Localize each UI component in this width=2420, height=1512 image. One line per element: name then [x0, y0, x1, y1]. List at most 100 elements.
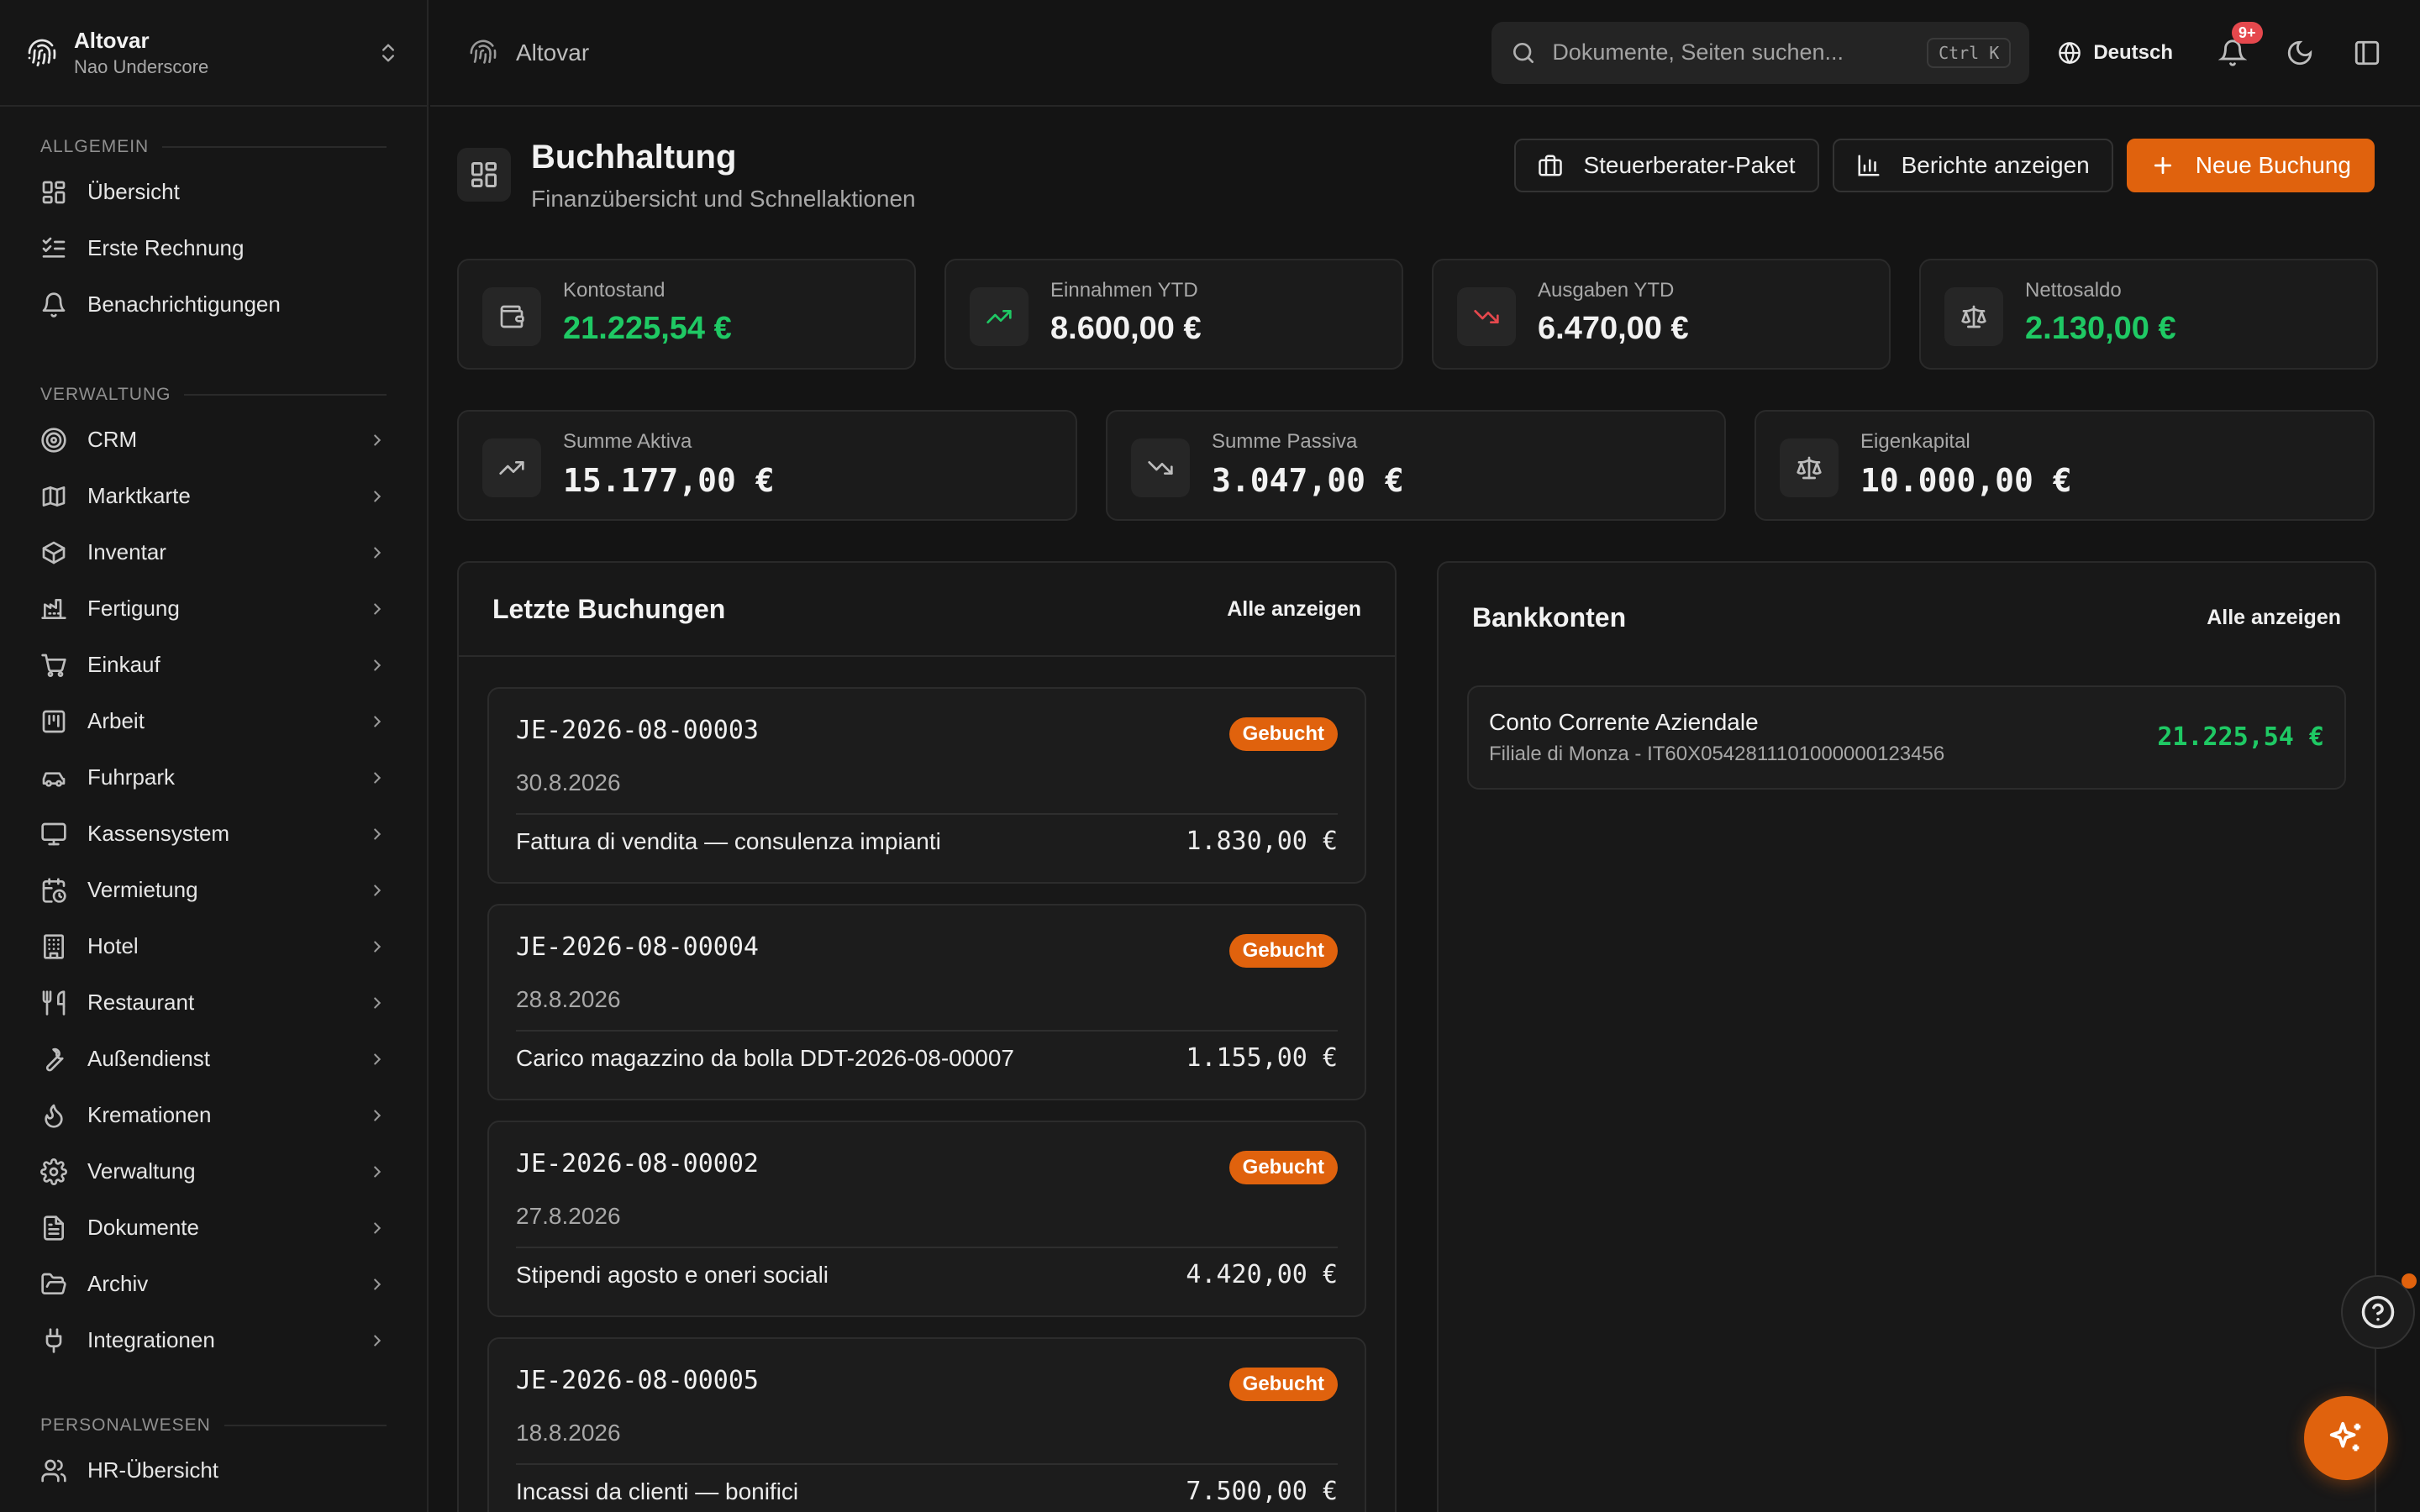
sidebar-item-label: Vermietung: [87, 877, 198, 902]
entry-description: Carico magazzino da bolla DDT-2026-08-00…: [516, 1045, 1015, 1071]
balance-icon-box: [1780, 438, 1839, 497]
entry-id: JE-2026-08-00005: [516, 1366, 759, 1395]
bank-accounts-title: Bankkonten: [1472, 601, 1627, 633]
utensils-icon: [42, 990, 66, 1016]
kpi-label: Ausgaben YTD: [1538, 279, 1675, 302]
sidebar-item-label: Fuhrpark: [87, 764, 176, 790]
status-badge: Gebucht: [1228, 717, 1338, 751]
sidebar-item-label: Archiv: [87, 1271, 149, 1296]
sidebar-item-restaurant[interactable]: Restaurant: [0, 974, 427, 1031]
sidebar-item-übersicht[interactable]: Übersicht: [0, 164, 427, 220]
sidebar-item-kremationen[interactable]: Kremationen: [0, 1087, 427, 1143]
entry-divider: [516, 1247, 1338, 1248]
journal-entry-card[interactable]: JE-2026-08-00002 Gebucht 27.8.2026 Stipendi…: [487, 1121, 1366, 1317]
sidebar-item-inventar[interactable]: Inventar: [0, 524, 427, 580]
sidebar-item-marktkarte[interactable]: Marktkarte: [0, 468, 427, 524]
sidebar-item-hr-übersicht[interactable]: HR-Übersicht: [0, 1442, 427, 1499]
search-placeholder: Dokumente, Seiten suchen...: [1552, 39, 1844, 65]
chevron-right-icon: [374, 1221, 381, 1234]
sidebar-item-einkauf[interactable]: Einkauf: [0, 637, 427, 693]
sidebar-item-außendienst[interactable]: Außendienst: [0, 1031, 427, 1087]
section-divider: [162, 146, 387, 148]
new-entry-button[interactable]: Neue Buchung: [2126, 139, 2375, 192]
balance-icon-box: [1131, 438, 1190, 497]
sidebar: Altovar Nao Underscore Allgemein Übersich…: [0, 0, 429, 1512]
sidebar-item-verwaltung[interactable]: Verwaltung: [0, 1143, 427, 1200]
sidebar-item-archiv[interactable]: Archiv: [0, 1256, 427, 1312]
sidebar-item-integrationen[interactable]: Integrationen: [0, 1312, 427, 1368]
journal-entry-card[interactable]: JE-2026-08-00004 Gebucht 28.8.2026 Carico m…: [487, 904, 1366, 1100]
reports-button[interactable]: Berichte anzeigen: [1832, 139, 2113, 192]
search-icon: [1513, 42, 1534, 63]
bank-account-row[interactable]: Conto Corrente Aziendale Filiale di Monz…: [1467, 685, 2346, 790]
bank-account-balance: 21.225,54 €: [2157, 722, 2324, 752]
chevron-right-icon: [374, 1165, 381, 1178]
sidebar-item-fuhrpark[interactable]: Fuhrpark: [0, 749, 427, 806]
search-input[interactable]: Dokumente, Seiten suchen... Ctrl K: [1491, 21, 2030, 84]
breadcrumb[interactable]: Altovar: [469, 39, 1491, 67]
sidebar-item-dokumente[interactable]: Dokumente: [0, 1200, 427, 1256]
scale-icon: [1797, 456, 1822, 480]
sidebar-item-benachrichtigungen[interactable]: Benachrichtigungen: [0, 276, 427, 333]
gear-icon: [40, 1158, 67, 1185]
language-switcher[interactable]: Deutsch: [2058, 41, 2173, 65]
help-indicator-dot: [2402, 1273, 2417, 1289]
tax-package-button[interactable]: Steuerberater-Paket: [1514, 139, 1819, 192]
chevron-right-icon: [374, 715, 381, 727]
sidebar-item-erste-rechnung[interactable]: Erste Rechnung: [0, 220, 427, 276]
sidebar-item-fertigung[interactable]: Fertigung: [0, 580, 427, 637]
sidebar-nav: Allgemein Übersicht Erste Rechnung Benachri…: [0, 130, 427, 1499]
sidebar-item-label: Dokumente: [87, 1215, 199, 1240]
panel-toggle-button[interactable]: [2353, 39, 2381, 67]
journal-entry-card[interactable]: JE-2026-08-00003 Gebucht 30.8.2026 Fattura …: [487, 687, 1366, 884]
sidebar-item-label: Kassensystem: [87, 821, 230, 846]
sidebar-item-label: Außendienst: [87, 1046, 210, 1071]
sidebar-item-arbeit[interactable]: Arbeit: [0, 693, 427, 749]
balance-card: Summe Aktiva 15.177,00 €: [457, 410, 1077, 521]
status-badge: Gebucht: [1228, 1151, 1338, 1184]
box-icon: [42, 541, 66, 564]
kpi-card: Nettosaldo 2.130,00 €: [1919, 259, 2378, 370]
kpi-value: 8.600,00 €: [1050, 311, 1202, 346]
sidebar-item-label: Inventar: [87, 539, 166, 564]
dashboard-icon: [471, 162, 497, 187]
bank-accounts-view-all[interactable]: Alle anzeigen: [2207, 606, 2341, 630]
balance-value: 3.047,00 €: [1212, 462, 1404, 499]
sidebar-item-hotel[interactable]: Hotel: [0, 918, 427, 974]
map-icon: [42, 486, 66, 507]
notifications-button[interactable]: 9+: [2218, 21, 2263, 67]
theme-toggle-button[interactable]: [2286, 39, 2314, 67]
wrench-icon: [45, 1047, 64, 1071]
workspace-switcher[interactable]: Altovar Nao Underscore: [0, 0, 427, 107]
help-button[interactable]: [2341, 1273, 2417, 1349]
kpi-card: Ausgaben YTD 6.470,00 €: [1432, 259, 1891, 370]
sidebar-panel-icon: [2354, 40, 2380, 65]
chevron-right-icon: [374, 602, 381, 615]
building-icon: [44, 933, 64, 959]
trending-down-icon: [1474, 310, 1499, 323]
recent-entries-panel: Letzte Buchungen Alle anzeigen JE-2026-0…: [457, 561, 1397, 1512]
factory-icon: [41, 598, 66, 619]
journal-entry-card[interactable]: JE-2026-08-00005 Gebucht 18.8.2026 Incassi …: [487, 1337, 1366, 1512]
sidebar-item-kassensystem[interactable]: Kassensystem: [0, 806, 427, 862]
ai-assistant-button[interactable]: [2304, 1396, 2388, 1480]
entry-amount: 1.155,00 €: [1186, 1043, 1338, 1073]
sidebar-item-label: Erste Rechnung: [87, 235, 245, 260]
recent-entries-header: Letzte Buchungen Alle anzeigen: [459, 563, 1395, 657]
sidebar-item-label: Hotel: [87, 933, 139, 958]
help-circle-icon: [2361, 1295, 2395, 1329]
chevron-right-icon: [374, 940, 381, 953]
sidebar-item-vermietung[interactable]: Vermietung: [0, 862, 427, 918]
balance-icon-box: [482, 438, 541, 497]
section-divider: [224, 1425, 387, 1426]
balance-label: Summe Aktiva: [563, 430, 692, 453]
bank-accounts-panel: Bankkonten Alle anzeigen Conto Corrente …: [1437, 561, 2376, 1512]
calendar-clock-icon: [42, 877, 66, 903]
page-title: Buchhaltung: [531, 139, 737, 176]
entry-amount: 4.420,00 €: [1186, 1260, 1338, 1289]
recent-entries-view-all[interactable]: Alle anzeigen: [1227, 597, 1361, 622]
bank-account-name: Conto Corrente Aziendale: [1489, 709, 1759, 735]
sidebar-item-crm[interactable]: CRM: [0, 412, 427, 468]
kpi-icon-box: [1944, 287, 2003, 346]
cart-icon: [41, 654, 66, 677]
